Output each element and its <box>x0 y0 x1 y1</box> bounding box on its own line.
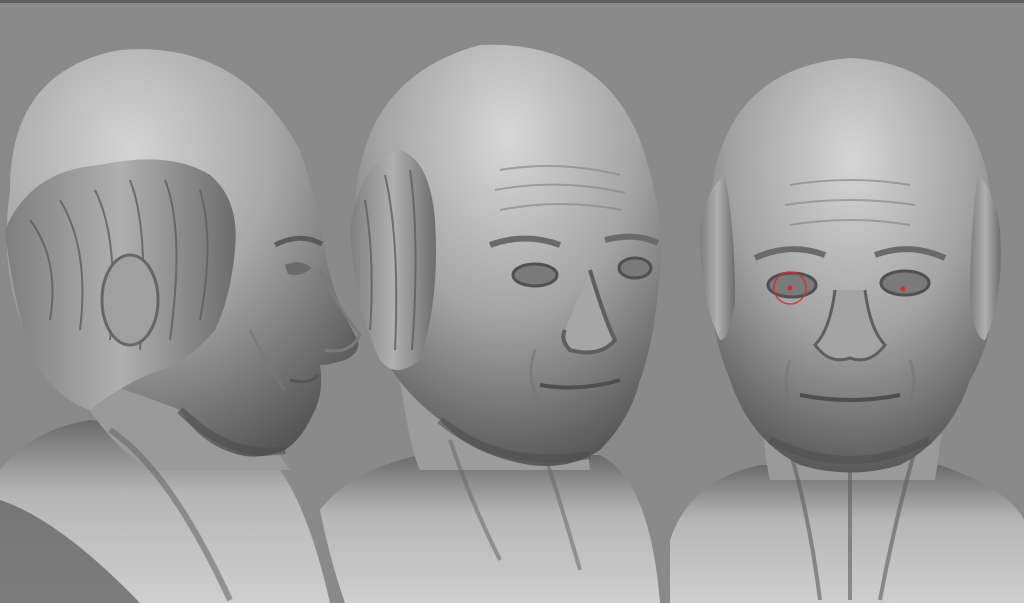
bust-side-view <box>0 49 362 603</box>
side-ear <box>100 253 160 347</box>
front-eye-right <box>879 269 931 297</box>
brush-center-dot <box>787 285 793 291</box>
front-head <box>709 58 996 473</box>
sculpt-viewport[interactable] <box>0 0 1024 603</box>
sculpt-canvas[interactable] <box>0 0 1024 603</box>
bust-three-quarter-view <box>320 44 661 603</box>
front-shoulders <box>670 465 1024 603</box>
mid-eye-right <box>617 256 653 280</box>
mid-eye-left <box>511 262 559 288</box>
bust-front-view <box>670 58 1024 603</box>
symmetry-cursor-dot <box>900 286 906 292</box>
mid-shoulders <box>320 455 660 603</box>
